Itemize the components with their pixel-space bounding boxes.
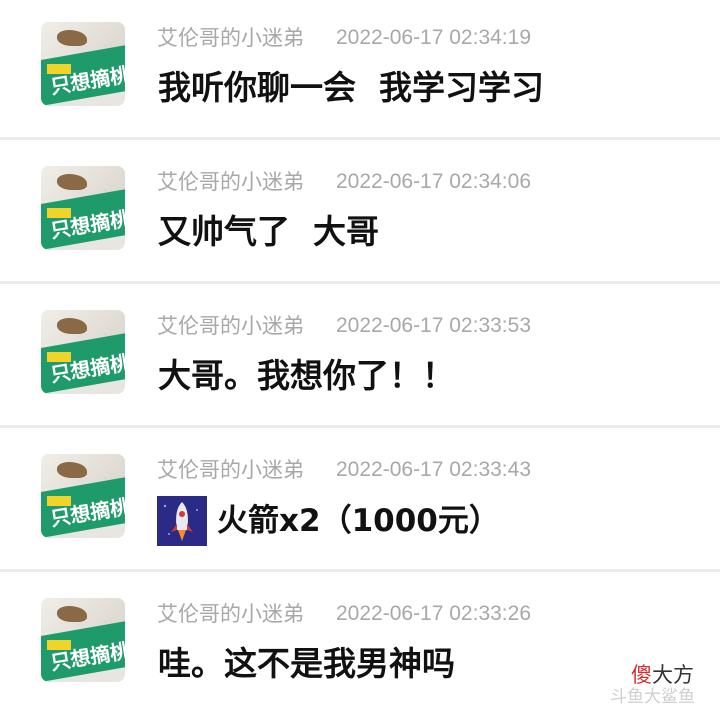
divider bbox=[0, 425, 720, 428]
divider bbox=[0, 137, 720, 140]
comment-timestamp: 2022-06-17 02:33:26 bbox=[336, 602, 531, 625]
comment-username[interactable]: 艾伦哥的小迷弟 bbox=[157, 24, 304, 52]
gift-label: 火箭x2（1000元） bbox=[217, 503, 500, 539]
dog-icon bbox=[57, 606, 87, 622]
avatar[interactable]: 只想摘桃 bbox=[41, 310, 125, 394]
comment-item: 只想摘桃 艾伦哥的小迷弟 2022-06-17 02:34:19 我听你聊一会 … bbox=[0, 0, 720, 140]
dog-icon bbox=[57, 30, 87, 46]
divider bbox=[0, 281, 720, 284]
comment-username[interactable]: 艾伦哥的小迷弟 bbox=[157, 168, 304, 196]
dog-icon bbox=[57, 462, 87, 478]
rocket-icon bbox=[157, 496, 207, 546]
divider bbox=[0, 569, 720, 572]
comment-timestamp: 2022-06-17 02:34:06 bbox=[336, 170, 531, 193]
watermark-subtext: 斗鱼大鲨鱼 bbox=[610, 687, 695, 707]
watermark-text: 大方 bbox=[652, 663, 694, 687]
comment-item: 只想摘桃 艾伦哥的小迷弟 2022-06-17 02:33:43 火箭x2（10… bbox=[0, 432, 720, 572]
dog-icon bbox=[57, 174, 87, 190]
dog-icon bbox=[57, 318, 87, 334]
watermark: 傻大方 bbox=[631, 662, 694, 688]
gift-message: 火箭x2（1000元） bbox=[157, 496, 500, 546]
comment-username[interactable]: 艾伦哥的小迷弟 bbox=[157, 600, 304, 628]
comment-feed: 只想摘桃 艾伦哥的小迷弟 2022-06-17 02:34:19 我听你聊一会 … bbox=[0, 0, 720, 712]
comment-item: 只想摘桃 艾伦哥的小迷弟 2022-06-17 02:33:53 大哥。我想你了… bbox=[0, 288, 720, 428]
comment-item: 只想摘桃 艾伦哥的小迷弟 2022-06-17 02:34:06 又帅气了 大哥 bbox=[0, 144, 720, 284]
comment-username[interactable]: 艾伦哥的小迷弟 bbox=[157, 456, 304, 484]
avatar[interactable]: 只想摘桃 bbox=[41, 22, 125, 106]
comment-timestamp: 2022-06-17 02:34:19 bbox=[336, 26, 531, 49]
comment-message: 又帅气了 大哥 bbox=[158, 212, 379, 251]
comment-message: 大哥。我想你了！！ bbox=[158, 356, 455, 395]
avatar[interactable]: 只想摘桃 bbox=[41, 598, 125, 682]
avatar[interactable]: 只想摘桃 bbox=[41, 166, 125, 250]
comment-timestamp: 2022-06-17 02:33:53 bbox=[336, 314, 531, 337]
comment-timestamp: 2022-06-17 02:33:43 bbox=[336, 458, 531, 481]
comment-message: 我听你聊一会 我学习学习 bbox=[158, 68, 544, 107]
comment-username[interactable]: 艾伦哥的小迷弟 bbox=[157, 312, 304, 340]
comment-message: 哇。这不是我男神吗 bbox=[158, 644, 455, 683]
avatar[interactable]: 只想摘桃 bbox=[41, 454, 125, 538]
watermark-accent-char: 傻 bbox=[631, 663, 652, 687]
